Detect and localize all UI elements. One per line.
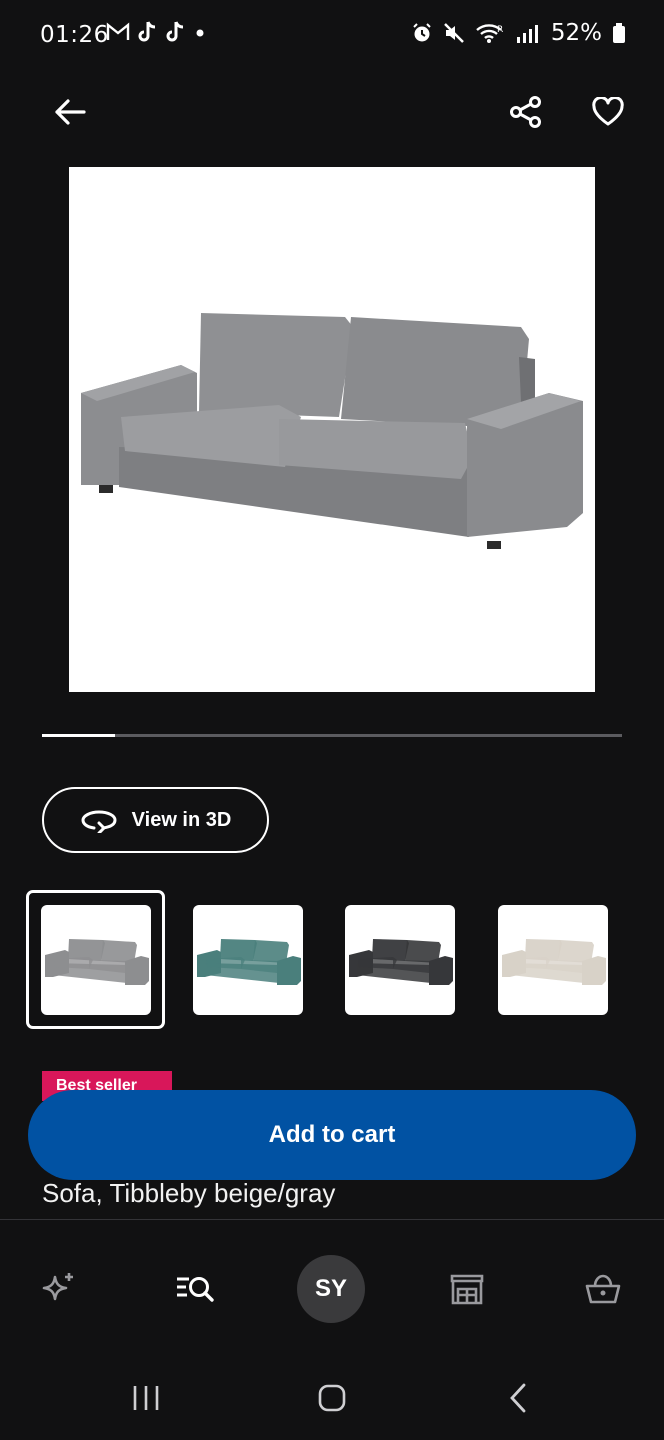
tiktok-icon <box>138 21 156 42</box>
recent-apps-icon <box>133 1386 159 1410</box>
battery-icon <box>613 23 625 43</box>
home-button[interactable] <box>302 1376 362 1420</box>
view-in-3d-button[interactable]: View in 3D <box>42 787 269 853</box>
carousel-progress-fill <box>42 734 115 737</box>
system-nav-bar <box>0 1356 664 1440</box>
share-icon <box>510 96 541 128</box>
nav-inspiration[interactable] <box>24 1254 94 1324</box>
arrow-left-icon <box>55 99 86 125</box>
variant-sofa-thumbnail <box>45 939 149 985</box>
store-icon <box>450 1274 484 1305</box>
product-subtitle: Sofa, Tibbleby beige/gray <box>42 1178 336 1208</box>
dot-icon <box>196 29 204 37</box>
signal-icon <box>516 25 538 43</box>
notification-icons <box>106 20 208 44</box>
search-list-icon <box>177 1277 214 1302</box>
svg-text:R: R <box>497 25 503 35</box>
profile-avatar: SY <box>297 1255 365 1323</box>
status-time: 01:26 <box>40 22 109 48</box>
mute-icon <box>443 23 464 43</box>
basket-icon <box>585 1274 621 1304</box>
add-to-cart-button[interactable]: Add to cart <box>28 1090 636 1180</box>
variant-sofa-thumbnail <box>197 939 301 985</box>
variant-swatch[interactable] <box>193 905 303 1015</box>
variant-swatch[interactable] <box>41 905 151 1015</box>
home-icon <box>318 1384 346 1412</box>
heart-icon <box>592 97 624 126</box>
status-right: R 52% <box>411 20 626 46</box>
variant-sofa-thumbnail <box>349 939 453 985</box>
bottom-nav: SY <box>0 1219 664 1356</box>
status-bar: 01:26 R 52% <box>0 0 664 72</box>
nav-profile[interactable]: SY <box>296 1254 366 1324</box>
system-back-button[interactable] <box>488 1376 548 1420</box>
gmail-icon <box>106 22 130 40</box>
variant-sofa-thumbnail <box>502 939 606 985</box>
back-button[interactable] <box>44 86 96 138</box>
chevron-left-icon <box>510 1383 526 1413</box>
view-in-3d-label: View in 3D <box>131 808 232 831</box>
recent-apps-button[interactable] <box>116 1376 176 1420</box>
wifi-icon: R <box>476 24 503 43</box>
sparkle-icon <box>42 1273 73 1301</box>
tiktok-icon <box>166 21 184 42</box>
nav-store[interactable] <box>432 1254 502 1324</box>
variant-swatch[interactable] <box>345 905 455 1015</box>
alarm-icon <box>413 23 431 42</box>
variant-swatch[interactable] <box>498 905 608 1015</box>
nav-cart[interactable] <box>568 1254 638 1324</box>
favorite-button[interactable] <box>582 86 634 138</box>
sofa-image <box>81 313 583 549</box>
nav-search[interactable] <box>160 1254 230 1324</box>
share-button[interactable] <box>500 86 552 138</box>
product-image[interactable] <box>69 167 595 692</box>
battery-percent: 52% <box>550 20 602 46</box>
rotate-3d-icon <box>81 810 117 833</box>
carousel-progress <box>42 734 622 737</box>
